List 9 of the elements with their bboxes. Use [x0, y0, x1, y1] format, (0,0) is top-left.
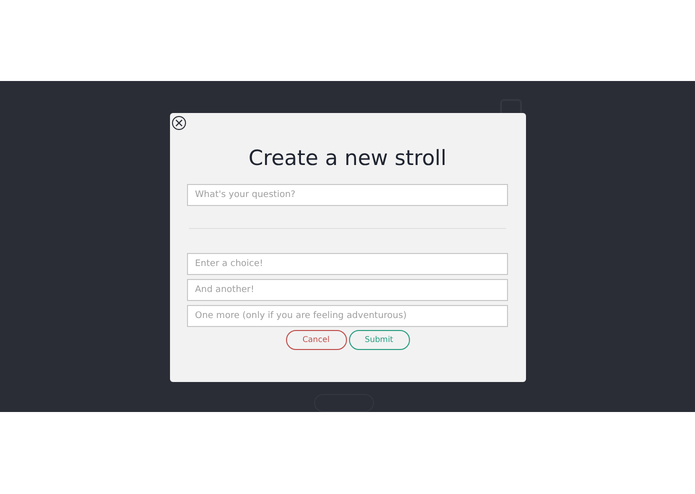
choice-field[interactable]: One more (only if you are feeling adventurous) — [187, 305, 508, 327]
dialog-title: Create a new stroll — [248, 145, 446, 171]
choice-field[interactable]: And another! — [187, 279, 508, 301]
submit-button[interactable]: Submit — [348, 330, 410, 350]
close-button[interactable] — [172, 116, 186, 130]
cancel-button[interactable]: Cancel — [286, 330, 346, 350]
question-field[interactable]: What's your question? — [187, 184, 508, 206]
close-icon — [174, 119, 182, 127]
choice-field[interactable]: Enter a choice! — [187, 253, 508, 275]
